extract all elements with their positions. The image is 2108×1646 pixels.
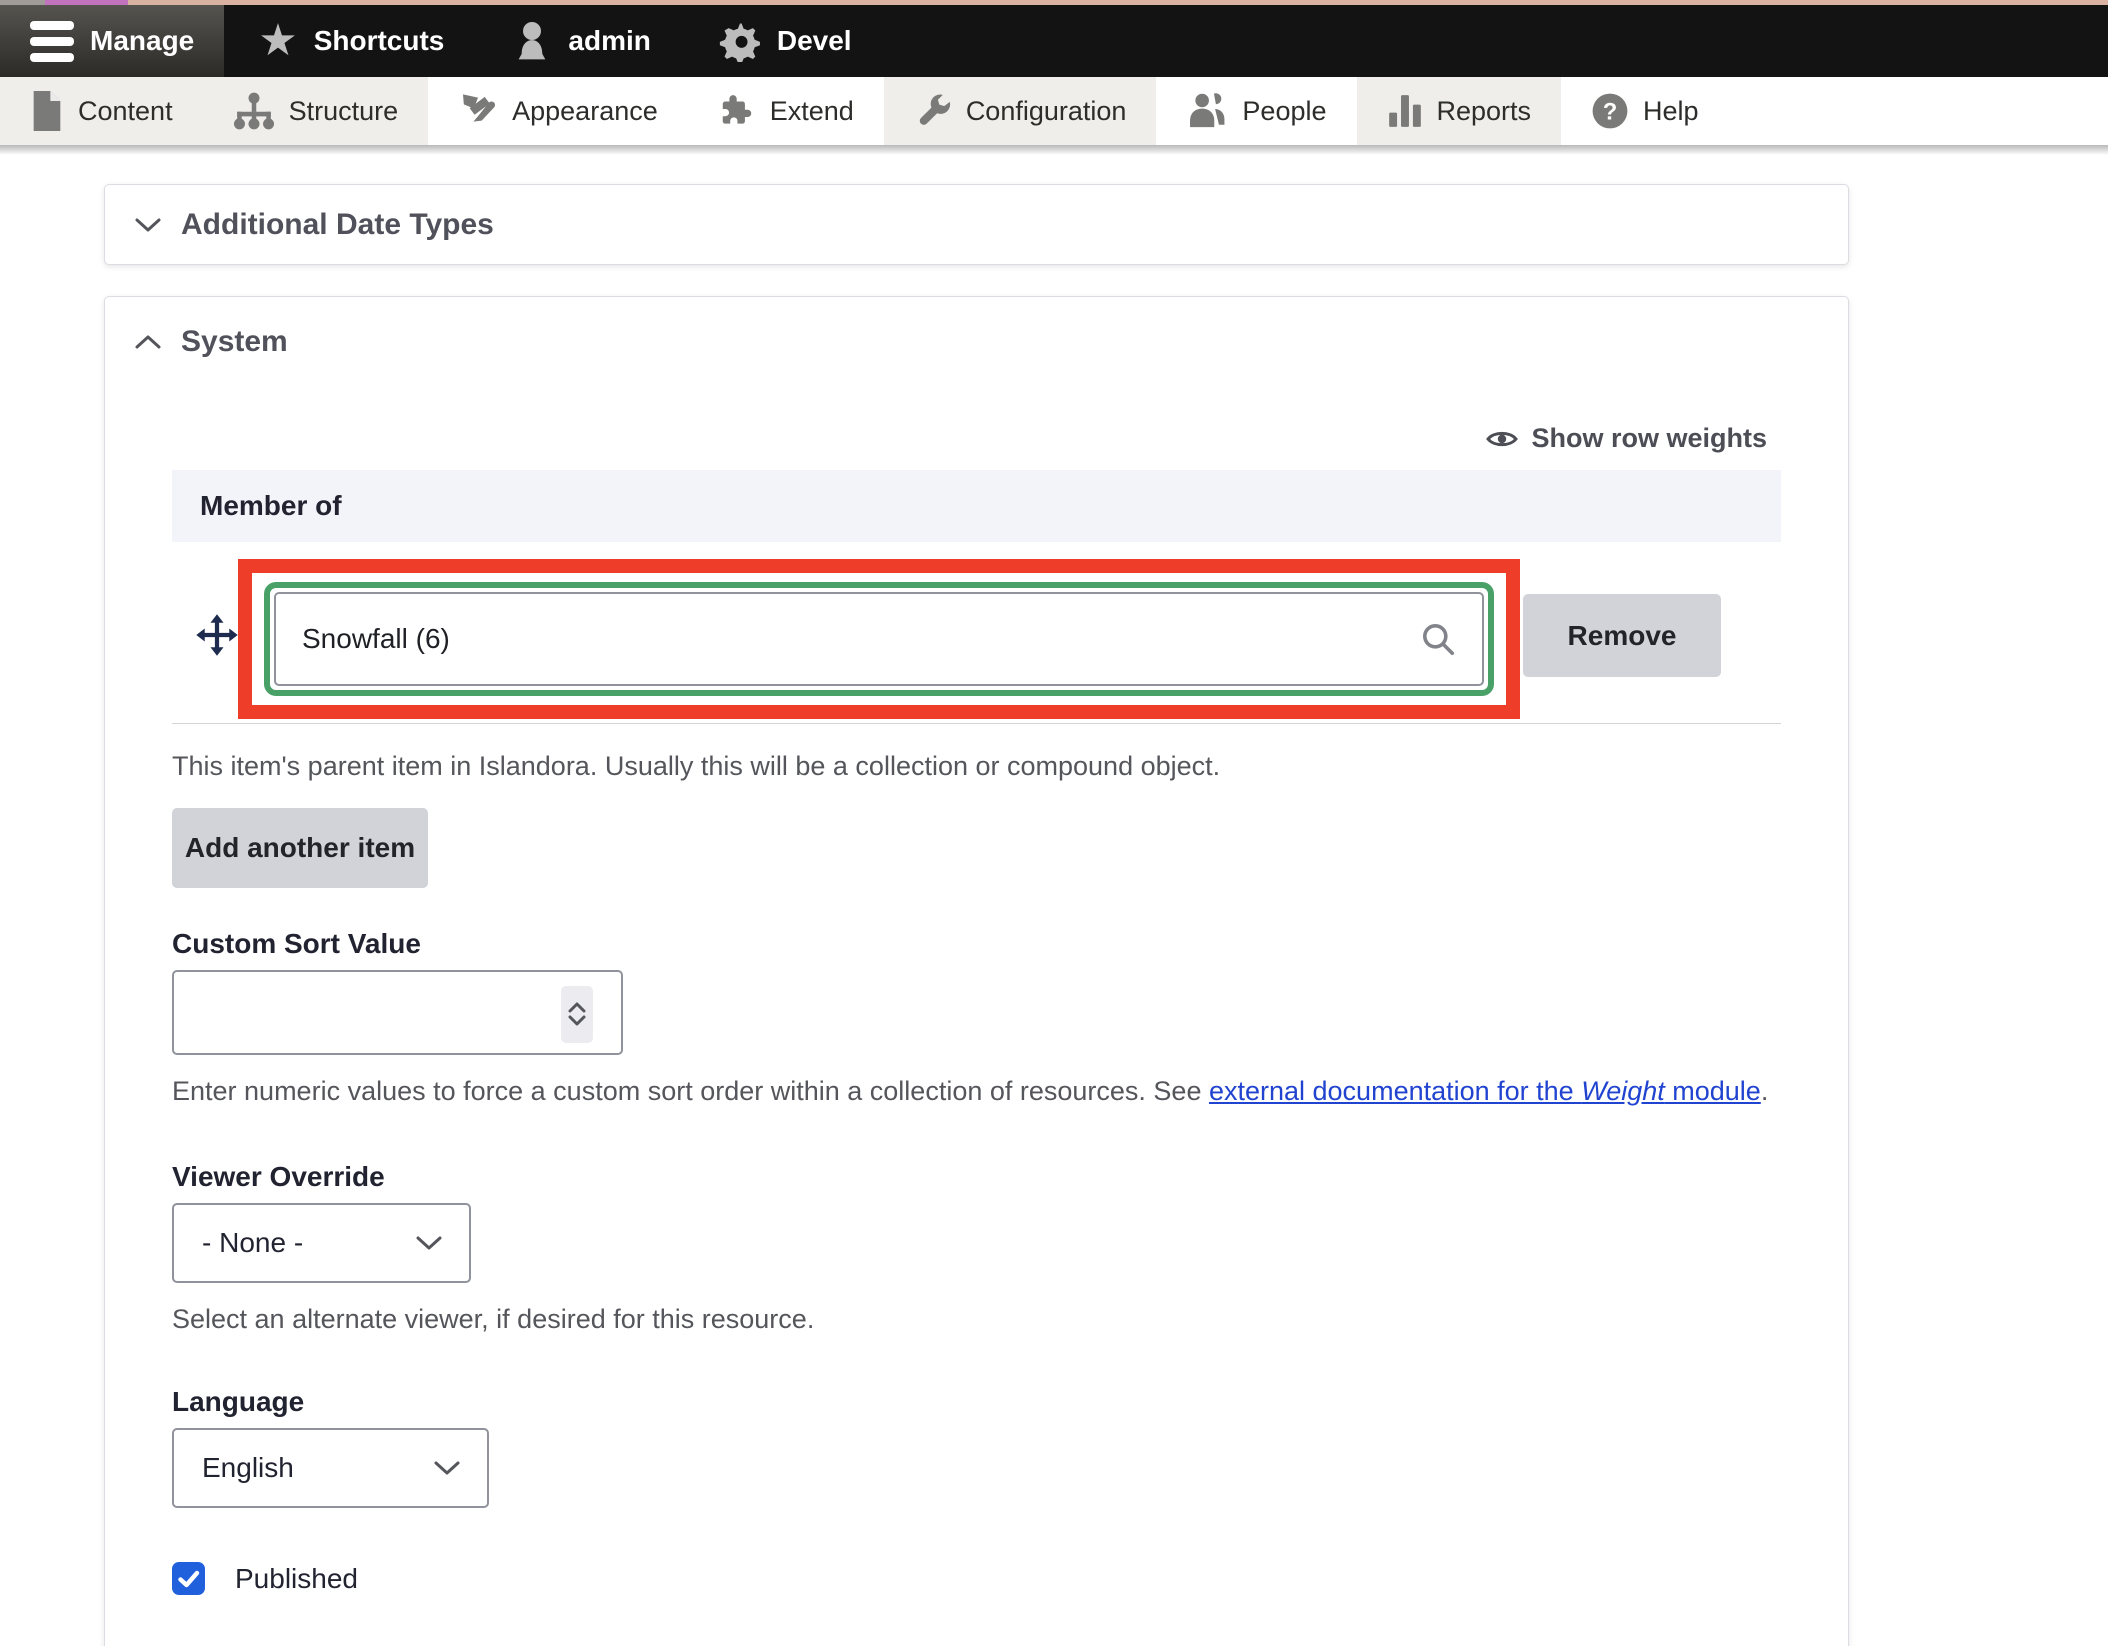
check-icon — [178, 1570, 200, 1588]
tab-reports[interactable]: Reports — [1357, 77, 1562, 145]
section-title: Additional Date Types — [181, 208, 494, 242]
toolbar-item-label: admin — [568, 25, 650, 57]
tab-label: People — [1242, 96, 1326, 127]
tab-structure[interactable]: Structure — [203, 77, 429, 145]
paintbrush-icon — [458, 91, 498, 131]
tab-content[interactable]: Content — [0, 77, 203, 145]
language-select[interactable]: English — [172, 1428, 489, 1508]
sitemap-icon — [233, 91, 275, 131]
eye-icon — [1485, 427, 1519, 451]
viewer-override-description: Select an alternate viewer, if desired f… — [172, 1303, 1781, 1337]
tab-configuration[interactable]: Configuration — [884, 77, 1157, 145]
puzzle-icon — [718, 92, 756, 130]
number-spinner[interactable] — [561, 986, 593, 1043]
tab-appearance[interactable]: Appearance — [428, 77, 688, 145]
member-of-row: Snowfall (6) Remove — [172, 542, 1781, 724]
people-icon — [1186, 91, 1228, 131]
viewer-override-select[interactable]: - None - — [172, 1203, 471, 1283]
question-icon: ? — [1591, 92, 1629, 130]
page-content: Additional Date Types System Show row we… — [0, 184, 2108, 1646]
chevron-down-icon — [433, 1459, 461, 1477]
gear-icon — [719, 20, 761, 62]
admin-tabs-bar: Content Structure Appearance Extend Conf… — [0, 77, 2108, 145]
chevron-down-icon — [415, 1234, 443, 1252]
show-row-weights-label: Show row weights — [1531, 423, 1767, 454]
drag-handle[interactable] — [194, 612, 240, 663]
show-row-weights-link[interactable]: Show row weights — [172, 423, 1781, 454]
member-of-description: This item's parent item in Islandora. Us… — [172, 750, 1781, 784]
custom-sort-description: Enter numeric values to force a custom s… — [172, 1075, 1781, 1109]
search-icon — [1420, 621, 1456, 657]
chevron-up-icon — [133, 332, 163, 352]
toolbar-item-label: Shortcuts — [314, 25, 445, 57]
move-icon — [194, 612, 240, 658]
spinner-up-icon — [568, 1002, 586, 1013]
system-section-body: Show row weights Member of Snowfall (6) — [105, 423, 1848, 1646]
svg-text:?: ? — [1603, 99, 1618, 126]
tab-label: Help — [1643, 96, 1699, 127]
section-system: System Show row weights Member of — [104, 296, 1849, 1646]
toolbar-item-label: Devel — [777, 25, 852, 57]
toolbar-item-shortcuts[interactable]: ★ Shortcuts — [224, 5, 478, 77]
member-of-value: Snowfall (6) — [302, 623, 450, 655]
viewer-override-label: Viewer Override — [172, 1161, 1781, 1193]
section-summary-system[interactable]: System — [105, 297, 1848, 359]
tab-help[interactable]: ? Help — [1561, 77, 1729, 145]
barchart-icon — [1387, 92, 1423, 130]
tab-label: Appearance — [512, 96, 658, 127]
section-title: System — [181, 325, 288, 359]
tab-label: Structure — [289, 96, 399, 127]
add-another-item-button[interactable]: Add another item — [172, 808, 428, 888]
custom-sort-label: Custom Sort Value — [172, 928, 1781, 960]
tab-label: Reports — [1437, 96, 1532, 127]
toolbar-item-devel[interactable]: Devel — [685, 5, 886, 77]
member-of-header: Member of — [172, 470, 1781, 542]
language-value: English — [202, 1452, 294, 1484]
published-checkbox[interactable] — [172, 1562, 205, 1595]
tab-people[interactable]: People — [1156, 77, 1356, 145]
wrench-icon — [914, 92, 952, 130]
tab-extend[interactable]: Extend — [688, 77, 884, 145]
section-additional-date-types: Additional Date Types — [104, 184, 1849, 265]
viewer-override-value: - None - — [202, 1227, 303, 1259]
spinner-down-icon — [568, 1015, 586, 1026]
toolbar-item-admin[interactable]: admin — [478, 5, 684, 77]
annotation-highlight-box: Snowfall (6) — [238, 559, 1520, 719]
document-icon — [30, 91, 64, 131]
toolbar-item-label: Manage — [90, 25, 194, 57]
weight-module-link[interactable]: external documentation for the Weight mo… — [1209, 1076, 1761, 1106]
tab-label: Content — [78, 96, 173, 127]
tab-label: Configuration — [966, 96, 1127, 127]
user-icon — [512, 19, 552, 63]
chevron-down-icon — [133, 215, 163, 235]
focused-field-outline: Snowfall (6) — [264, 582, 1494, 696]
published-row: Published — [172, 1562, 1781, 1595]
tab-label: Extend — [770, 96, 854, 127]
custom-sort-input[interactable] — [172, 970, 623, 1055]
menu-icon — [30, 21, 74, 62]
star-icon: ★ — [258, 19, 297, 63]
admin-toolbar: Manage ★ Shortcuts admin Devel — [0, 5, 2108, 77]
remove-button[interactable]: Remove — [1523, 594, 1721, 677]
language-label: Language — [172, 1386, 1781, 1418]
member-of-autocomplete-input[interactable]: Snowfall (6) — [274, 592, 1484, 686]
published-label: Published — [235, 1563, 358, 1595]
section-summary-additional-date-types[interactable]: Additional Date Types — [105, 208, 494, 242]
toolbar-item-manage[interactable]: Manage — [0, 5, 224, 77]
